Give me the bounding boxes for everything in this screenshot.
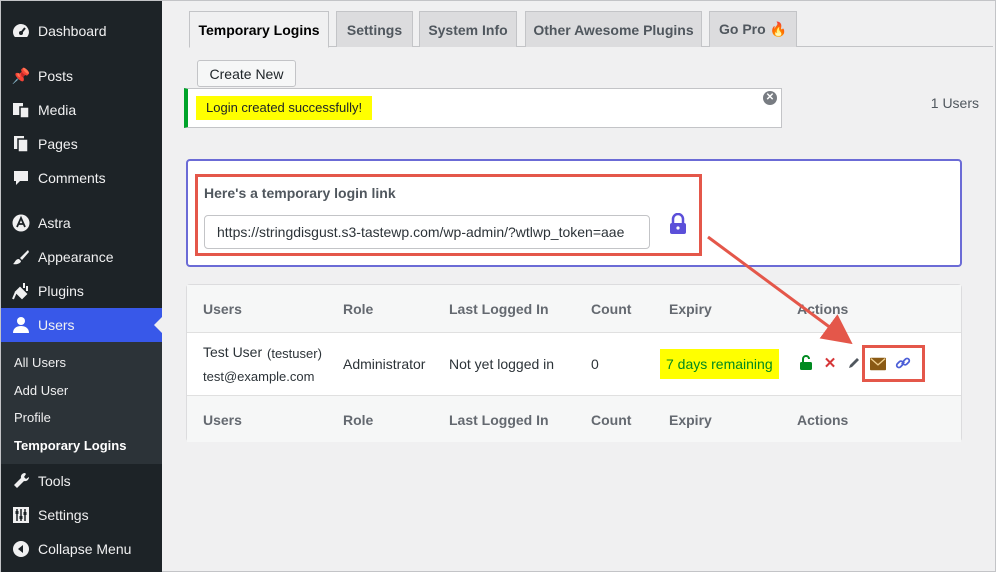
sidebar-item-appearance[interactable]: Appearance	[1, 240, 162, 274]
astra-icon	[11, 213, 31, 233]
sidebar-item-plugins[interactable]: Plugins	[1, 274, 162, 308]
column-footer-actions: Actions	[797, 412, 849, 428]
temporary-logins-table: Users Role Last Logged In Count Expiry A…	[186, 284, 962, 442]
users-icon	[11, 315, 31, 335]
sidebar-item-label: Plugins	[38, 283, 84, 299]
submenu-profile[interactable]: Profile	[14, 410, 51, 425]
sidebar-item-pages[interactable]: Pages	[1, 127, 162, 161]
sidebar-item-label: Users	[38, 317, 75, 333]
sidebar-item-settings[interactable]: Settings	[1, 498, 162, 532]
tab-system-info[interactable]: System Info	[419, 11, 517, 47]
sidebar-item-posts[interactable]: 📌 Posts	[1, 59, 162, 93]
notice-message: Login created successfully!	[196, 96, 373, 120]
sidebar-item-dashboard[interactable]: Dashboard	[1, 14, 162, 48]
dashboard-icon	[11, 21, 31, 41]
create-new-button[interactable]: Create New	[197, 60, 296, 87]
column-footer-expiry[interactable]: Expiry	[669, 412, 712, 428]
submenu-temporary-logins[interactable]: Temporary Logins	[14, 438, 126, 453]
sidebar-item-users[interactable]: Users	[1, 308, 162, 342]
user-name: Test User	[203, 344, 263, 360]
submenu-add-user[interactable]: Add User	[14, 383, 68, 398]
unlock-icon[interactable]	[798, 354, 814, 372]
sidebar-item-label: Media	[38, 102, 77, 118]
tools-icon	[11, 471, 31, 491]
admin-sidebar: Dashboard 📌 Posts Media Pages Comments A…	[1, 1, 162, 572]
user-login-count: 0	[591, 356, 599, 372]
users-submenu: All Users Add User Profile Temporary Log…	[1, 342, 162, 464]
sidebar-item-label: Astra	[38, 215, 71, 231]
sidebar-item-comments[interactable]: Comments	[1, 161, 162, 195]
sidebar-item-label: Dashboard	[38, 23, 107, 39]
table-footer: Users Role Last Logged In Count Expiry A…	[187, 395, 961, 442]
sidebar-item-tools[interactable]: Tools	[1, 464, 162, 498]
column-footer-role[interactable]: Role	[343, 412, 373, 428]
sidebar-item-label: Settings	[38, 507, 89, 523]
column-header-role[interactable]: Role	[343, 301, 373, 317]
sidebar-item-astra[interactable]: Astra	[1, 206, 162, 240]
sidebar-item-label: Collapse Menu	[38, 541, 132, 557]
column-header-last-logged-in[interactable]: Last Logged In	[449, 301, 549, 317]
column-footer-last-logged-in[interactable]: Last Logged In	[449, 412, 549, 428]
appearance-icon	[11, 247, 31, 267]
tab-go-pro[interactable]: Go Pro 🔥	[709, 11, 797, 47]
column-header-users[interactable]: Users	[203, 301, 242, 317]
table-header: Users Role Last Logged In Count Expiry A…	[187, 285, 961, 333]
comments-icon	[11, 168, 31, 188]
column-header-count[interactable]: Count	[591, 301, 631, 317]
dismiss-icon[interactable]: ✕	[763, 91, 777, 105]
pin-icon: 📌	[11, 68, 31, 85]
edit-icon[interactable]	[846, 354, 862, 372]
sidebar-item-media[interactable]: Media	[1, 93, 162, 127]
pages-icon	[11, 134, 31, 154]
link-annotation-box	[195, 174, 702, 256]
users-count: 1 Users	[930, 95, 979, 111]
plugins-icon	[11, 281, 31, 301]
sidebar-item-label: Tools	[38, 473, 71, 489]
user-email: test@example.com	[203, 369, 315, 384]
sidebar-item-collapse[interactable]: Collapse Menu	[1, 532, 162, 566]
tab-other-awesome-plugins[interactable]: Other Awesome Plugins	[525, 11, 702, 47]
submenu-all-users[interactable]: All Users	[14, 355, 66, 370]
sidebar-item-label: Pages	[38, 136, 78, 152]
collapse-icon	[11, 539, 31, 559]
user-last-login: Not yet logged in	[449, 356, 555, 372]
sidebar-item-label: Posts	[38, 68, 74, 84]
sidebar-item-label: Comments	[38, 170, 106, 186]
lock-icon[interactable]	[668, 212, 688, 235]
column-footer-count[interactable]: Count	[591, 412, 631, 428]
user-role: Administrator	[343, 356, 426, 372]
delete-icon[interactable]: ✕	[822, 354, 838, 372]
settings-icon	[11, 505, 31, 525]
tab-temporary-logins[interactable]: Temporary Logins	[189, 11, 329, 48]
media-icon	[11, 100, 31, 120]
actions-annotation-box	[862, 345, 925, 382]
sidebar-item-label: Appearance	[38, 249, 114, 265]
column-header-expiry[interactable]: Expiry	[669, 301, 712, 317]
success-notice: Login created successfully! ✕	[184, 88, 782, 128]
column-footer-users[interactable]: Users	[203, 412, 242, 428]
expiry-badge: 7 days remaining	[660, 349, 779, 379]
column-header-actions: Actions	[797, 301, 849, 317]
user-username: (testuser)	[267, 346, 322, 361]
tab-settings[interactable]: Settings	[336, 11, 413, 47]
